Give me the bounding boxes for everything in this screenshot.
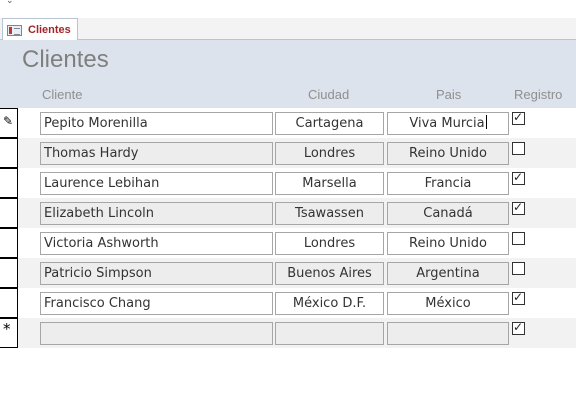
record-row: Laurence Lebihan Marsella Francia ✓	[0, 168, 576, 198]
pais-field[interactable]: México	[387, 292, 509, 315]
pais-field[interactable]: Francia	[387, 172, 509, 195]
check-icon: ✓	[513, 290, 524, 304]
form-header: Clientes Cliente Ciudad Pais Registro	[0, 40, 576, 108]
new-record-row: * ✓	[0, 318, 576, 348]
record-selector[interactable]	[0, 288, 18, 318]
form-title: Clientes	[22, 46, 109, 73]
pais-field[interactable]: Canadá	[387, 202, 509, 225]
record-selector[interactable]: ✎	[0, 108, 18, 138]
cliente-field[interactable]	[40, 322, 273, 345]
cliente-field[interactable]: Pepito Morenilla	[40, 112, 273, 135]
registro-checkbox[interactable]	[512, 232, 525, 245]
tab-clientes[interactable]: Clientes	[2, 18, 78, 41]
cliente-field[interactable]: Victoria Ashworth	[40, 232, 273, 255]
form-icon	[7, 24, 22, 36]
record-row: Francisco Chang México D.F. México ✓	[0, 288, 576, 318]
column-header-cliente: Cliente	[42, 87, 83, 102]
record-row: Patricio Simpson Buenos Aires Argentina	[0, 258, 576, 288]
column-header-ciudad: Ciudad	[308, 87, 350, 102]
registro-checkbox[interactable]: ✓	[512, 110, 525, 125]
pais-field[interactable]: Reino Unido	[387, 232, 509, 255]
registro-checkbox[interactable]: ✓	[512, 200, 525, 215]
record-row: Thomas Hardy Londres Reino Unido	[0, 138, 576, 168]
check-icon: ✓	[513, 110, 524, 124]
registro-checkbox[interactable]: ✓	[512, 320, 525, 335]
ciudad-field[interactable]: Cartagena	[275, 112, 384, 135]
record-selector[interactable]	[0, 228, 18, 258]
ciudad-field[interactable]: México D.F.	[275, 292, 384, 315]
cliente-field[interactable]: Elizabeth Lincoln	[40, 202, 273, 225]
ciudad-field[interactable]: Londres	[275, 232, 384, 255]
pais-field[interactable]: Reino Unido	[387, 142, 509, 165]
record-row: ✎ Pepito Morenilla Cartagena Viva Murcia…	[0, 108, 576, 138]
record-selector[interactable]	[0, 138, 18, 168]
ciudad-field[interactable]: Marsella	[275, 172, 384, 195]
check-icon: ✓	[513, 320, 524, 334]
ciudad-field[interactable]: Tsawassen	[275, 202, 384, 225]
pencil-icon: ✎	[3, 114, 14, 128]
record-selector[interactable]	[0, 198, 18, 228]
tab-label: Clientes	[28, 24, 71, 36]
column-header-pais: Pais	[436, 87, 462, 102]
cliente-field[interactable]: Francisco Chang	[40, 292, 273, 315]
chevron-icon: ⌄	[6, 0, 14, 6]
check-icon: ✓	[513, 200, 524, 214]
new-record-icon: *	[3, 320, 11, 338]
window-top-strip: ⌄	[0, 0, 576, 18]
pais-field[interactable]: Viva Murcia	[387, 112, 509, 135]
record-selector[interactable]: *	[0, 318, 18, 348]
document-tab-bar: Clientes	[0, 18, 576, 41]
cliente-field[interactable]: Patricio Simpson	[40, 262, 273, 285]
registro-checkbox[interactable]: ✓	[512, 290, 525, 305]
registro-checkbox[interactable]	[512, 142, 525, 155]
ciudad-field[interactable]: Buenos Aires	[275, 262, 384, 285]
record-row: Victoria Ashworth Londres Reino Unido	[0, 228, 576, 258]
ciudad-field[interactable]: Londres	[275, 142, 384, 165]
pais-field[interactable]: Argentina	[387, 262, 509, 285]
pais-field[interactable]	[387, 322, 509, 345]
record-row: Elizabeth Lincoln Tsawassen Canadá ✓	[0, 198, 576, 228]
cliente-field[interactable]: Thomas Hardy	[40, 142, 273, 165]
ciudad-field[interactable]	[275, 322, 384, 345]
registro-checkbox[interactable]: ✓	[512, 170, 525, 185]
column-header-registro: Registro	[514, 87, 563, 102]
check-icon: ✓	[513, 170, 524, 184]
cliente-field[interactable]: Laurence Lebihan	[40, 172, 273, 195]
record-selector[interactable]	[0, 258, 18, 288]
registro-checkbox[interactable]	[512, 262, 525, 275]
record-selector[interactable]	[0, 168, 18, 198]
text-caret	[485, 115, 487, 129]
